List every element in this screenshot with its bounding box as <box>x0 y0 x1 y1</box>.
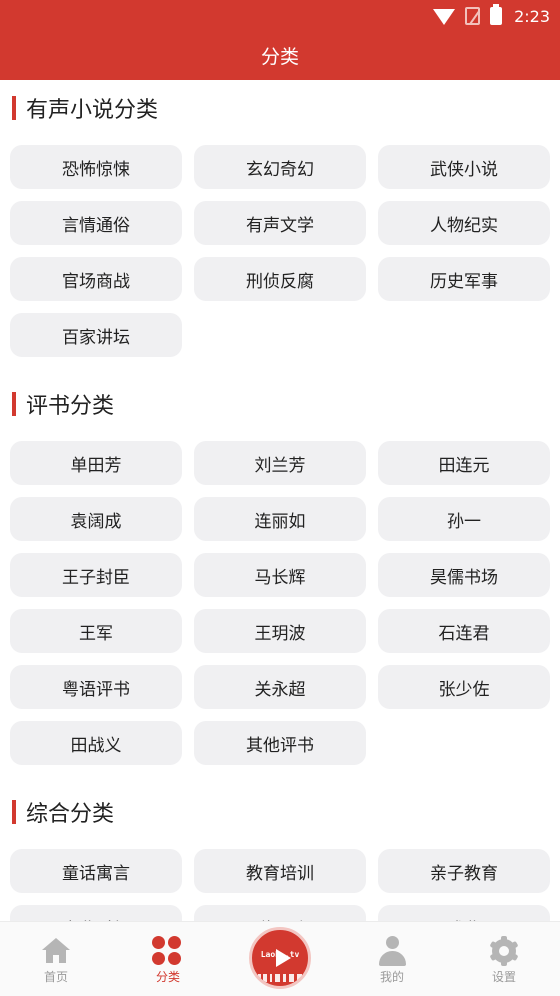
category-chip[interactable]: 脱口秀 <box>194 905 366 921</box>
category-chip[interactable]: 连丽如 <box>194 497 366 541</box>
category-chip[interactable]: 关永超 <box>194 665 366 709</box>
section-title: 综合分类 <box>26 802 115 827</box>
category-chip[interactable]: 人物纪实 <box>378 201 550 245</box>
category-chip[interactable]: 百家讲坛 <box>10 313 182 357</box>
category-chip[interactable]: 戏曲 <box>378 905 550 921</box>
category-chip[interactable]: 刑侦反腐 <box>194 257 366 301</box>
tab-settings[interactable]: 设置 <box>448 922 560 996</box>
category-grid: 恐怖惊悚 玄幻奇幻 武侠小说 言情通俗 有声文学 人物纪实 官场商战 刑侦反腐 … <box>0 136 560 357</box>
tab-home[interactable]: 首页 <box>0 922 112 996</box>
header-bar: 2:23 分类 <box>0 0 560 80</box>
section-header: 综合分类 <box>0 784 560 840</box>
section-header: 评书分类 <box>0 376 560 432</box>
play-icon <box>276 949 291 967</box>
wifi-icon <box>433 9 456 25</box>
category-chip[interactable]: 童话寓言 <box>10 849 182 893</box>
category-chip[interactable]: 言情通俗 <box>10 201 182 245</box>
category-chip[interactable]: 王玥波 <box>194 609 366 653</box>
no-sim-icon <box>465 7 481 25</box>
user-icon <box>378 936 406 966</box>
category-chip[interactable]: 玄幻奇幻 <box>194 145 366 189</box>
tab-mine[interactable]: 我的 <box>336 922 448 996</box>
category-chip[interactable]: 单田芳 <box>10 441 182 485</box>
category-chip[interactable]: 恐怖惊悚 <box>10 145 182 189</box>
category-chip[interactable]: 其他评书 <box>194 721 366 765</box>
tab-label: 分类 <box>155 970 180 984</box>
tab-category[interactable]: 分类 <box>112 922 224 996</box>
category-chip[interactable]: 袁阔成 <box>10 497 182 541</box>
category-chip[interactable]: 粤语评书 <box>10 665 182 709</box>
section-header: 有声小说分类 <box>0 80 560 136</box>
player-button[interactable]: Laoh..tv <box>249 927 311 989</box>
category-chip[interactable]: 刘兰芳 <box>194 441 366 485</box>
category-grid-icon <box>152 936 182 966</box>
category-chip[interactable]: 昊儒书场 <box>378 553 550 597</box>
category-chip[interactable]: 马长辉 <box>194 553 366 597</box>
battery-icon <box>490 4 503 25</box>
page-title: 分类 <box>260 46 299 68</box>
section-pingshu: 评书分类 单田芳 刘兰芳 田连元 袁阔成 连丽如 孙一 王子封臣 马长辉 昊儒书… <box>0 376 560 784</box>
category-chip[interactable]: 官场商战 <box>10 257 182 301</box>
category-chip[interactable]: 孙一 <box>378 497 550 541</box>
bottom-tab-bar: 首页 分类 Laoh..tv 我的 设置 <box>0 921 560 996</box>
category-chip[interactable]: 亲子教育 <box>378 849 550 893</box>
category-chip[interactable]: 王军 <box>10 609 182 653</box>
category-chip[interactable]: 武侠小说 <box>378 145 550 189</box>
skyline-decoration <box>258 974 302 982</box>
status-bar: 2:23 <box>433 4 550 28</box>
category-chip[interactable]: 张少佐 <box>378 665 550 709</box>
category-list[interactable]: 有声小说分类 恐怖惊悚 玄幻奇幻 武侠小说 言情通俗 有声文学 人物纪实 官场商… <box>0 80 560 921</box>
category-chip[interactable]: 田战义 <box>10 721 182 765</box>
category-chip[interactable]: 石连君 <box>378 609 550 653</box>
tab-label: 我的 <box>379 970 404 984</box>
section-audio-novel: 有声小说分类 恐怖惊悚 玄幻奇幻 武侠小说 言情通俗 有声文学 人物纪实 官场商… <box>0 80 560 376</box>
gear-icon <box>489 936 519 966</box>
status-time: 2:23 <box>514 6 550 26</box>
category-chip[interactable]: 田连元 <box>378 441 550 485</box>
section-marker <box>12 800 16 824</box>
section-general: 综合分类 童话寓言 教育培训 亲子教育 商业财经 脱口秀 戏曲 <box>0 784 560 921</box>
category-chip[interactable]: 历史军事 <box>378 257 550 301</box>
tab-label: 设置 <box>491 970 516 984</box>
category-chip[interactable]: 教育培训 <box>194 849 366 893</box>
home-icon <box>42 938 70 964</box>
category-grid: 单田芳 刘兰芳 田连元 袁阔成 连丽如 孙一 王子封臣 马长辉 昊儒书场 王军 … <box>0 432 560 765</box>
section-marker <box>12 96 16 120</box>
app-root: 2:23 分类 有声小说分类 恐怖惊悚 玄幻奇幻 武侠小说 言情通俗 有声文学 … <box>0 0 560 996</box>
section-title: 评书分类 <box>26 394 115 419</box>
category-chip[interactable]: 有声文学 <box>194 201 366 245</box>
category-grid: 童话寓言 教育培训 亲子教育 商业财经 脱口秀 戏曲 <box>0 840 560 921</box>
category-chip[interactable]: 商业财经 <box>10 905 182 921</box>
section-title: 有声小说分类 <box>26 98 159 123</box>
tab-label: 首页 <box>43 970 68 984</box>
section-marker <box>12 392 16 416</box>
category-chip[interactable]: 王子封臣 <box>10 553 182 597</box>
